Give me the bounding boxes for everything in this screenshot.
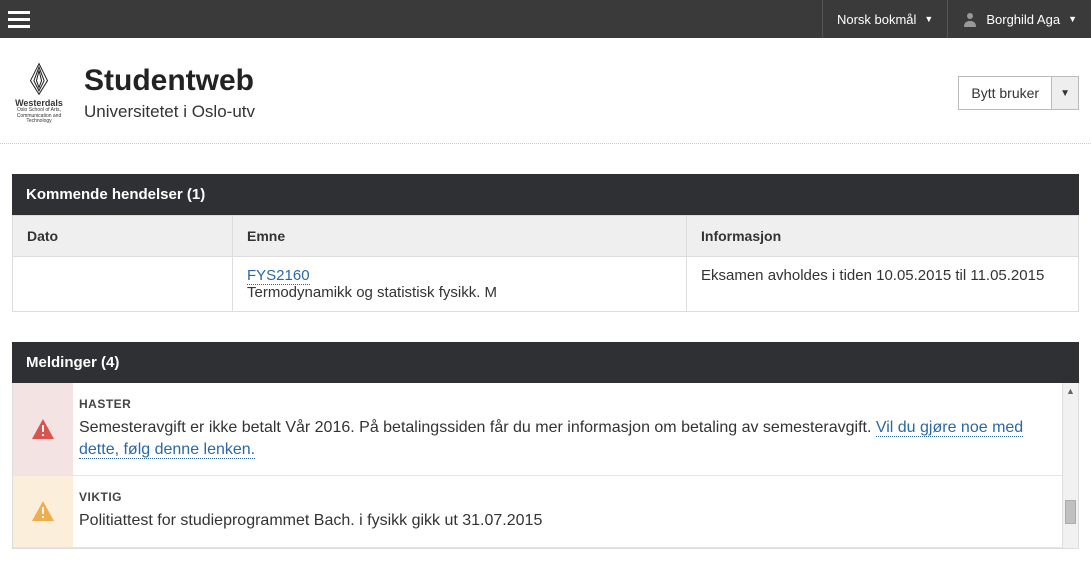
- cell-subject: FYS2160 Termodynamikk og statistisk fysi…: [233, 256, 687, 311]
- events-panel-header: Kommende hendelser (1): [12, 174, 1079, 215]
- cell-info: Eksamen avholdes i tiden 10.05.2015 til …: [687, 256, 1079, 311]
- message-label: HASTER: [79, 397, 1062, 411]
- column-header-subject: Emne: [233, 215, 687, 256]
- menu-button[interactable]: [0, 0, 38, 38]
- scrollbar-thumb[interactable]: [1065, 500, 1076, 524]
- message-item-urgent: HASTER Semesteravgift er ikke betalt Vår…: [13, 383, 1078, 477]
- column-header-date: Dato: [13, 215, 233, 256]
- title-block: Studentweb Universitetet i Oslo-utv: [84, 64, 255, 122]
- warning-icon: [31, 500, 55, 522]
- messages-panel-header: Meldinger (4): [12, 342, 1079, 383]
- message-body: VIKTIG Politiattest for studieprogrammet…: [73, 476, 1078, 546]
- messages-panel: Meldinger (4) HASTER Semesteravgift er i…: [12, 342, 1079, 549]
- scrollbar[interactable]: ▲: [1062, 383, 1078, 548]
- events-panel: Kommende hendelser (1) Dato Emne Informa…: [12, 174, 1079, 312]
- message-text: Politiattest for studieprogrammet Bach. …: [79, 510, 1062, 532]
- user-icon: [962, 11, 978, 27]
- logo-subtitle: Oslo School of Arts, Communication and T…: [12, 108, 66, 125]
- user-name: Borghild Aga: [986, 12, 1060, 27]
- header: Westerdals Oslo School of Arts, Communic…: [0, 38, 1091, 143]
- events-table: Dato Emne Informasjon FYS2160 Termodynam…: [12, 215, 1079, 312]
- caret-down-icon: ▼: [1051, 77, 1078, 109]
- logo: Westerdals Oslo School of Arts, Communic…: [12, 62, 66, 125]
- language-label: Norsk bokmål: [837, 12, 916, 27]
- caret-down-icon: ▼: [924, 14, 933, 24]
- cell-date: [13, 256, 233, 311]
- switch-user-label: Bytt bruker: [959, 77, 1051, 109]
- caret-down-icon: ▼: [1068, 14, 1077, 24]
- divider: [0, 143, 1091, 144]
- content: Kommende hendelser (1) Dato Emne Informa…: [0, 174, 1091, 549]
- message-body: HASTER Semesteravgift er ikke betalt Vår…: [73, 383, 1078, 476]
- table-row: FYS2160 Termodynamikk og statistisk fysi…: [13, 256, 1079, 311]
- warning-icon: [31, 418, 55, 440]
- page-title: Studentweb: [84, 64, 255, 98]
- message-icon-cell: [13, 383, 73, 476]
- message-icon-cell: [13, 476, 73, 546]
- language-selector[interactable]: Norsk bokmål ▼: [822, 0, 947, 38]
- course-link[interactable]: FYS2160: [247, 267, 310, 285]
- logo-icon: [22, 62, 56, 96]
- page-subtitle: Universitetet i Oslo-utv: [84, 102, 255, 122]
- course-name: Termodynamikk og statistisk fysikk. M: [247, 284, 497, 301]
- message-text: Semesteravgift er ikke betalt Vår 2016. …: [79, 417, 1062, 462]
- switch-user-button[interactable]: Bytt bruker ▼: [958, 76, 1079, 110]
- header-left: Westerdals Oslo School of Arts, Communic…: [12, 62, 255, 125]
- scroll-up-icon[interactable]: ▲: [1063, 383, 1078, 399]
- messages-body: HASTER Semesteravgift er ikke betalt Vår…: [12, 383, 1079, 549]
- message-label: VIKTIG: [79, 490, 1062, 504]
- topbar-right: Norsk bokmål ▼ Borghild Aga ▼: [822, 0, 1091, 38]
- message-item-important: VIKTIG Politiattest for studieprogrammet…: [13, 476, 1078, 547]
- user-menu[interactable]: Borghild Aga ▼: [947, 0, 1091, 38]
- topbar: Norsk bokmål ▼ Borghild Aga ▼: [0, 0, 1091, 38]
- column-header-info: Informasjon: [687, 215, 1079, 256]
